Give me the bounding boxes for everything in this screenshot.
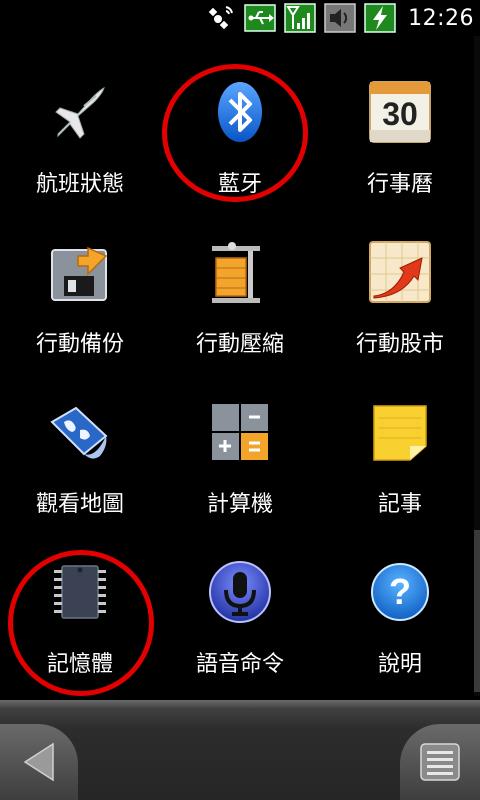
app-label: 語音命令	[195, 652, 284, 677]
app-calculator[interactable]: 計算機	[160, 356, 320, 517]
app-notes[interactable]: 記事	[320, 356, 480, 517]
app-grid: 航班狀態 藍牙 30 行事曆 行動備份 行動壓縮 行動股市 觀看地圖 計算機 記…	[0, 36, 480, 696]
app-flight-status[interactable]: 航班狀態	[0, 36, 160, 197]
app-label: 記憶體	[46, 652, 113, 677]
usb-icon	[244, 3, 276, 33]
app-calendar[interactable]: 30 行事曆	[320, 36, 480, 197]
app-mobile-stocks[interactable]: 行動股市	[320, 196, 480, 357]
gps-icon	[204, 3, 236, 33]
status-bar: 12:26	[0, 0, 480, 36]
app-label: 行動壓縮	[195, 332, 284, 357]
app-voice-command[interactable]: 語音命令	[160, 516, 320, 677]
app-view-map[interactable]: 觀看地圖	[0, 356, 160, 517]
menu-button[interactable]	[400, 724, 480, 800]
airplane-icon	[44, 76, 116, 148]
app-label: 計算機	[206, 492, 273, 517]
stock-chart-icon	[364, 236, 436, 308]
app-label: 行動備份	[35, 332, 124, 357]
clock: 12:26	[408, 5, 474, 31]
app-bluetooth[interactable]: 藍牙	[160, 36, 320, 197]
app-label: 航班狀態	[35, 172, 124, 197]
app-launcher-screen: 12:26 航班狀態 藍牙 30 行事曆 行動備份 行動壓縮 行動股市 觀看地圖…	[0, 0, 480, 800]
back-button[interactable]	[0, 724, 78, 800]
app-label: 說明	[377, 652, 422, 677]
battery-charging-icon	[364, 3, 396, 33]
app-memory[interactable]: 記憶體	[0, 516, 160, 677]
app-label: 行動股市	[355, 332, 444, 357]
notes-icon	[364, 396, 436, 468]
app-label: 觀看地圖	[35, 492, 124, 517]
microphone-icon	[204, 556, 276, 628]
calendar-icon: 30	[364, 76, 436, 148]
help-glyph: ?	[389, 571, 411, 612]
app-help[interactable]: ? 說明	[320, 516, 480, 677]
back-arrow-icon	[23, 742, 54, 782]
help-icon: ?	[364, 556, 436, 628]
bluetooth-icon	[204, 76, 276, 148]
app-mobile-backup[interactable]: 行動備份	[0, 196, 160, 357]
calculator-icon	[204, 396, 276, 468]
map-icon	[44, 396, 116, 468]
memory-chip-icon	[44, 556, 116, 628]
speaker-icon	[324, 3, 356, 33]
scrollbar-thumb[interactable]	[474, 530, 480, 692]
backup-icon	[44, 236, 116, 308]
app-mobile-compress[interactable]: 行動壓縮	[160, 196, 320, 357]
calendar-day: 30	[382, 96, 418, 132]
menu-icon	[420, 743, 460, 781]
app-label: 記事	[377, 492, 422, 517]
compress-icon	[204, 236, 276, 308]
app-label: 藍牙	[217, 172, 262, 197]
signal-icon	[284, 3, 316, 33]
app-label: 行事曆	[366, 172, 433, 197]
